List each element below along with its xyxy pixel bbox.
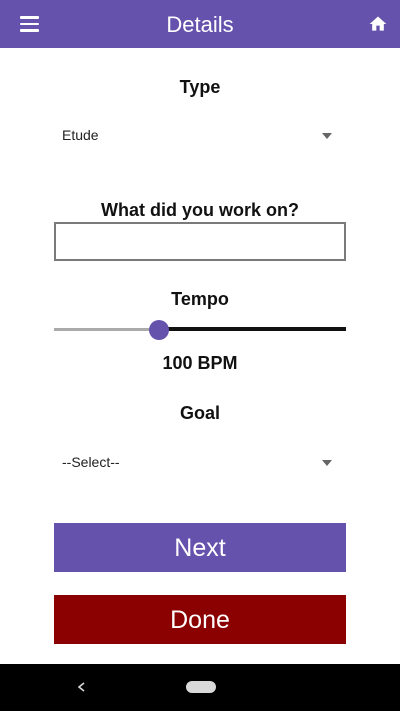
tempo-value: 100 BPM <box>162 353 238 373</box>
type-label: Type <box>179 77 221 97</box>
page-title: Details <box>166 12 234 37</box>
home-pill-icon[interactable] <box>186 681 216 693</box>
back-arrow-icon[interactable] <box>76 681 88 693</box>
slider-track-remaining <box>159 327 346 331</box>
goal-selected-value: --Select-- <box>62 454 120 470</box>
slider-thumb[interactable] <box>149 320 169 340</box>
goal-label: Goal <box>179 403 220 423</box>
work-label: What did you work on? <box>101 200 299 220</box>
tempo-slider[interactable] <box>54 320 346 340</box>
work-input[interactable] <box>54 222 346 261</box>
home-icon[interactable] <box>368 14 388 34</box>
app-bar: Details <box>0 0 400 48</box>
goal-dropdown[interactable]: --Select-- <box>54 448 346 478</box>
dropdown-arrow-icon <box>322 460 332 466</box>
dropdown-arrow-icon <box>322 133 332 139</box>
next-button[interactable]: Next <box>54 523 346 572</box>
type-dropdown[interactable]: Etude <box>54 121 346 151</box>
tempo-label: Tempo <box>171 289 229 309</box>
slider-track-filled <box>54 328 159 331</box>
done-button[interactable]: Done <box>54 595 346 644</box>
type-selected-value: Etude <box>62 127 99 143</box>
